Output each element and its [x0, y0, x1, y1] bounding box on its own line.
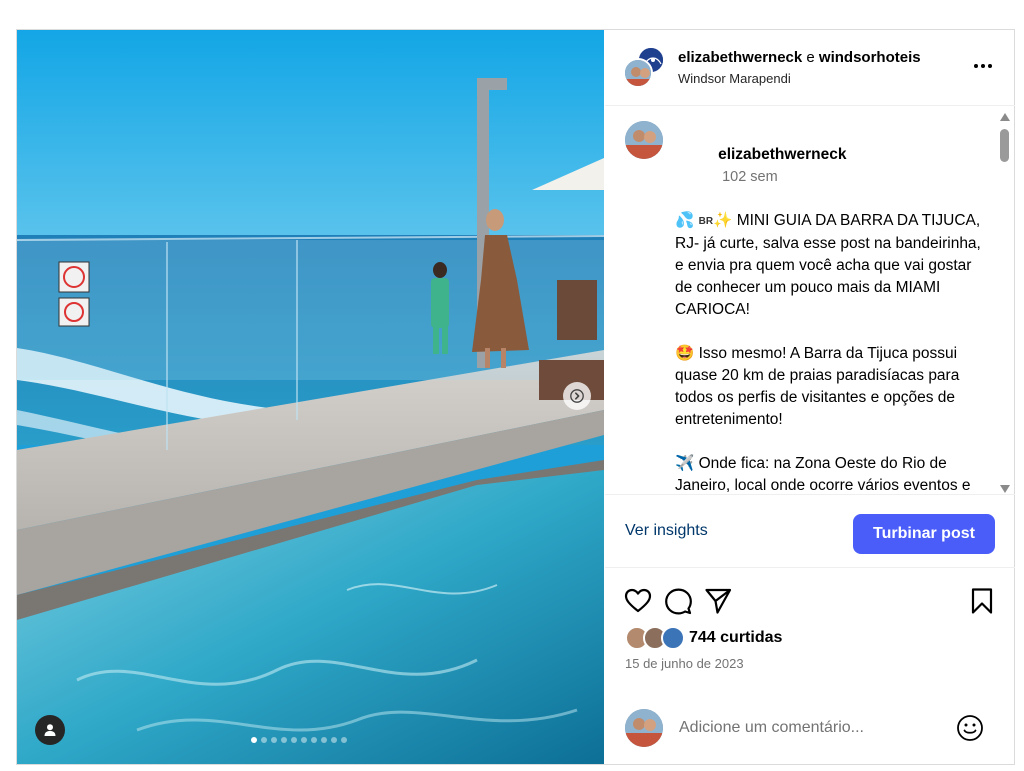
more-options-button[interactable] — [969, 54, 997, 78]
liker-avatars — [625, 626, 687, 650]
post-header: elizabethwerneck e windsorhoteis Windsor… — [605, 30, 1015, 106]
carousel-dot — [341, 737, 347, 743]
tagged-users-button[interactable] — [35, 715, 65, 745]
caption-paragraph-2: Isso mesmo! A Barra da Tijuca possui qua… — [675, 345, 964, 428]
carousel-dot — [311, 737, 317, 743]
add-comment-row — [605, 706, 1015, 762]
commenter-avatar — [625, 709, 663, 747]
caption-scroll-area[interactable]: elizabethwerneck 102 sem 💦 BR✨ MINI GUIA… — [605, 107, 1015, 495]
view-insights-link[interactable]: Ver insights — [625, 522, 708, 540]
author-link[interactable]: elizabethwerneck — [678, 49, 802, 66]
user-tag-icon — [44, 724, 56, 736]
carousel-dot — [271, 737, 277, 743]
carousel-dot — [291, 737, 297, 743]
carousel-indicator — [251, 737, 347, 743]
droplets-emoji: 💦 — [675, 212, 695, 229]
caption-avatar[interactable] — [625, 121, 663, 159]
heart-icon[interactable] — [623, 586, 653, 616]
br-badge: BR — [698, 216, 714, 227]
post-date[interactable]: 15 de junho de 2023 — [625, 656, 744, 671]
collab-avatars[interactable] — [623, 46, 665, 90]
bookmark-icon[interactable] — [967, 586, 997, 616]
caption-username[interactable]: elizabethwerneck — [718, 146, 846, 163]
post-actions — [605, 582, 1015, 622]
carousel-dot — [301, 737, 307, 743]
emoji-icon[interactable] — [955, 713, 985, 743]
scroll-up-arrow[interactable] — [1000, 113, 1010, 121]
smiling-emoji: 🤩 — [675, 345, 695, 362]
sparkles-emoji: ✨ — [713, 212, 733, 229]
scroll-thumb[interactable] — [1000, 129, 1009, 162]
next-slide-button[interactable] — [563, 382, 591, 410]
likes-count[interactable]: 744 curtidas — [689, 629, 782, 647]
liker-avatar — [661, 626, 685, 650]
comment-input[interactable] — [679, 714, 939, 742]
airplane-emoji: ✈️ — [675, 455, 695, 472]
carousel-dot — [261, 737, 267, 743]
more-icon — [974, 64, 978, 68]
coauthor-link[interactable]: windsorhoteis — [819, 49, 921, 66]
post-photo[interactable] — [17, 30, 604, 764]
post-modal: elizabethwerneck e windsorhoteis Windsor… — [16, 29, 1015, 765]
carousel-dot — [331, 737, 337, 743]
carousel-dot — [251, 737, 257, 743]
send-icon[interactable] — [703, 586, 733, 616]
caption-scrollbar[interactable] — [999, 113, 1011, 493]
author-connector: e — [806, 49, 815, 66]
caption-text: elizabethwerneck 102 sem 💦 BR✨ MINI GUIA… — [675, 122, 985, 494]
boost-post-button[interactable]: Turbinar post — [853, 514, 995, 554]
photo-scene — [17, 30, 604, 764]
location-link[interactable]: Windsor Marapendi — [678, 71, 791, 86]
avatar-elizabethwerneck[interactable] — [623, 58, 653, 88]
post-side-panel: elizabethwerneck e windsorhoteis Windsor… — [605, 30, 1015, 764]
scroll-down-arrow[interactable] — [1000, 485, 1010, 493]
comment-icon[interactable] — [663, 586, 693, 616]
caption-paragraph-3: Onde fica: na Zona Oeste do Rio de Janei… — [675, 455, 971, 494]
carousel-dot — [281, 737, 287, 743]
post-authors: elizabethwerneck e windsorhoteis — [678, 48, 921, 68]
likes-row: 744 curtidas — [625, 625, 782, 651]
insights-row: Ver insights Turbinar post — [605, 496, 1015, 568]
caption-timestamp[interactable]: 102 sem — [722, 169, 778, 185]
chevron-right-icon — [570, 389, 584, 403]
carousel-dot — [321, 737, 327, 743]
